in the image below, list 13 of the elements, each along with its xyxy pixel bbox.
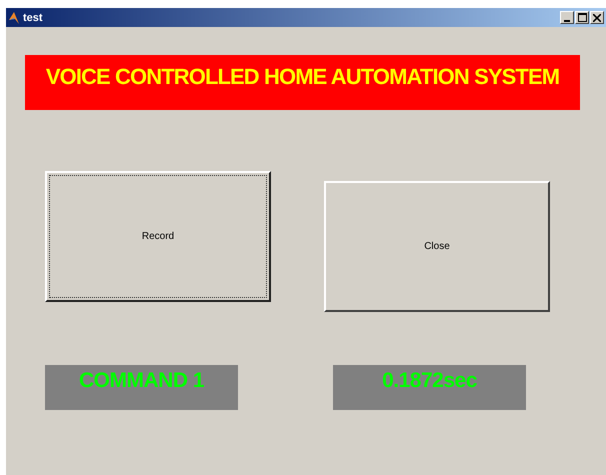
minimize-icon (564, 20, 570, 22)
minimize-button[interactable] (560, 11, 574, 24)
window-title: test (23, 12, 44, 24)
record-button[interactable]: Record (45, 171, 271, 302)
close-icon (593, 14, 601, 22)
close-button[interactable]: Close (324, 181, 550, 312)
command-display: COMMAND 1 (45, 365, 238, 410)
close-window-button[interactable] (590, 11, 604, 24)
maximize-button[interactable] (575, 11, 589, 24)
title-banner: VOICE CONTROLLED HOME AUTOMATION SYSTEM (25, 55, 580, 110)
time-display: 0.1872sec (333, 365, 526, 410)
maximize-icon (578, 13, 586, 22)
app-logo-icon (8, 10, 20, 24)
